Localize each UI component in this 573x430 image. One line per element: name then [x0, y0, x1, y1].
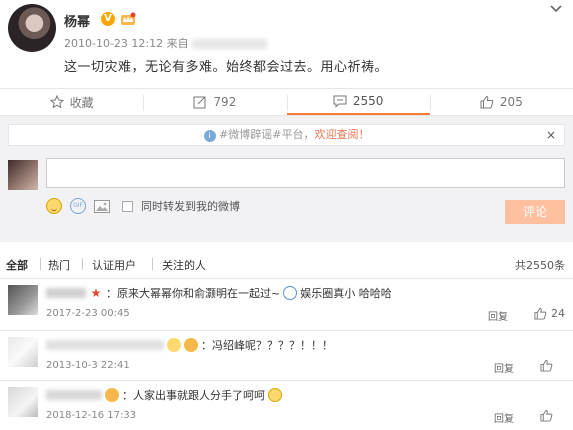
gif-icon[interactable]: GIF	[70, 198, 86, 214]
repost-icon	[193, 96, 206, 109]
star-icon	[49, 95, 64, 109]
source-prefix: 来自	[166, 37, 189, 50]
favorite-button[interactable]: 收藏	[0, 89, 143, 115]
like-count: 205	[499, 95, 523, 109]
thumbs-up-icon	[534, 307, 547, 320]
post-meta: 2010-10-23 12:12 来自	[64, 35, 267, 51]
blurred-username[interactable]	[46, 288, 86, 298]
emoji-sticker-icon	[167, 338, 181, 352]
comment-icon	[333, 95, 347, 108]
filter-tab-hot[interactable]: 热门	[48, 257, 70, 273]
comment-total: 共2550条	[515, 259, 565, 272]
repost-button[interactable]: 792	[143, 89, 286, 115]
comment-line: ★ ：原来大幂幂你和俞灏明在一起过~ 娱乐圈真小 哈哈哈	[46, 285, 392, 301]
blurred-source	[191, 39, 267, 49]
submit-comment-button[interactable]: 评论	[505, 200, 565, 224]
comment-like-button[interactable]	[540, 409, 553, 422]
comment-item: ：冯绍峰呢？？？？！！！ 2013-10-3 22:41 回复	[0, 330, 573, 378]
comment-text: ：原来大幂幂你和俞灏明在一起过~	[106, 287, 281, 300]
comment-time: 2017-2-23 00:45	[46, 308, 130, 319]
comment-line: ：人家出事就跟人分手了呵呵	[46, 387, 282, 403]
notice-prefix: #微博辟谣#平台，	[219, 128, 315, 141]
composer-tools: GIF 同时转发到我的微博	[46, 198, 240, 214]
divider	[82, 258, 83, 270]
author-avatar[interactable]	[8, 4, 56, 52]
comment-text: ：冯绍峰呢？？？？！！！	[201, 339, 333, 352]
post-action-bar: 收藏 792 2550 205	[0, 88, 573, 116]
comment-item: ★ ：原来大幂幂你和俞灏明在一起过~ 娱乐圈真小 哈哈哈 2017-2-23 0…	[0, 278, 573, 328]
repost-count: 792	[213, 95, 237, 109]
filter-tab-verified[interactable]: 认证用户	[92, 257, 136, 273]
forward-label: 同时转发到我的微博	[141, 200, 240, 213]
commenter-avatar[interactable]	[8, 337, 38, 367]
divider	[152, 258, 153, 270]
commenter-avatar[interactable]	[8, 285, 38, 315]
post-timestamp[interactable]: 2010-10-23 12:12	[64, 37, 163, 50]
reply-button[interactable]: 回复	[494, 360, 514, 375]
level-badge-icon	[184, 338, 198, 352]
commenter-avatar[interactable]	[8, 387, 38, 417]
crown-badge-icon	[121, 12, 136, 25]
forward-checkbox[interactable]	[122, 200, 133, 212]
level-badge-icon	[105, 388, 119, 402]
post-header: 杨幂 V 2010-10-23 12:12 来自 这一切灾难，无论有多难。始终都…	[0, 0, 573, 84]
close-icon[interactable]: ×	[546, 125, 556, 145]
star-badge-icon: ★	[90, 286, 102, 300]
comment-time: 2018-12-16 17:33	[46, 410, 137, 421]
info-icon: i	[203, 130, 216, 142]
comment-text-tail: 娱乐圈真小 哈哈哈	[300, 287, 392, 300]
comment-item: ：人家出事就跟人分手了呵呵 2018-12-16 17:33 回复	[0, 380, 573, 430]
rumor-notice: i #微博辟谣#平台，欢迎查阅！ ×	[8, 124, 565, 146]
thumbs-up-icon	[480, 95, 494, 109]
comment-like-button[interactable]: 24	[534, 307, 565, 320]
filter-tab-all[interactable]: 全部	[6, 257, 28, 273]
comment-like-count: 24	[551, 307, 565, 320]
comment-composer: i #微博辟谣#平台，欢迎查阅！ × GIF 同时转发到我的微博 评论	[0, 116, 573, 242]
emoji-sticker-icon	[283, 286, 298, 300]
thumbs-up-icon	[540, 359, 553, 372]
verified-v-icon: V	[101, 12, 115, 26]
comment-filter-bar: 全部 热门 认证用户 关注的人 共2550条	[0, 254, 573, 276]
current-user-avatar	[8, 160, 38, 190]
image-icon[interactable]	[94, 199, 110, 213]
weibo-post-page: 杨幂 V 2010-10-23 12:12 来自 这一切灾难，无论有多难。始终都…	[0, 0, 573, 430]
thumbs-up-icon	[540, 409, 553, 422]
comment-count: 2550	[352, 94, 384, 108]
comment-time: 2013-10-3 22:41	[46, 360, 130, 371]
favorite-label: 收藏	[69, 95, 94, 110]
comment-text: ：人家出事就跟人分手了呵呵	[122, 389, 265, 402]
filter-tab-following[interactable]: 关注的人	[162, 257, 206, 273]
comment-input[interactable]	[46, 158, 565, 188]
comment-tab-button[interactable]: 2550	[286, 89, 430, 115]
divider	[40, 258, 41, 270]
post-content: 这一切灾难，无论有多难。始终都会过去。用心祈祷。	[64, 60, 389, 75]
comment-like-button[interactable]	[540, 359, 553, 372]
blurred-username[interactable]	[46, 390, 102, 400]
smile-emoji-icon	[268, 388, 282, 402]
author-name[interactable]: 杨幂	[64, 11, 90, 30]
like-button[interactable]: 205	[429, 89, 573, 115]
reply-button[interactable]: 回复	[488, 308, 508, 323]
reply-button[interactable]: 回复	[494, 410, 514, 425]
emoji-icon[interactable]	[46, 198, 62, 214]
notice-link[interactable]: 欢迎查阅！	[314, 128, 369, 141]
blurred-username[interactable]	[46, 340, 164, 350]
comment-line: ：冯绍峰呢？？？？！！！	[46, 337, 333, 353]
